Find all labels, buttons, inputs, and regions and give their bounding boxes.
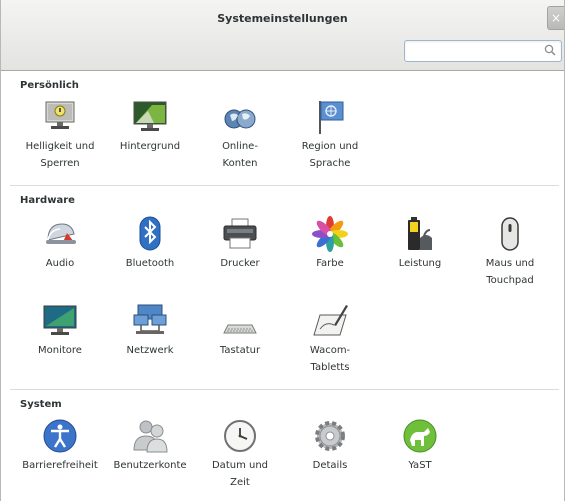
panel-region-language[interactable]: Region und Sprache (286, 99, 374, 172)
panel-label: Netzwerk (126, 345, 174, 356)
bluetooth-icon (139, 216, 161, 251)
panel-label: Monitore (38, 345, 82, 356)
panel-background[interactable]: Hintergrund (106, 99, 194, 155)
panel-label: Audio (45, 258, 75, 269)
panel-label: Datum und Zeit (211, 460, 269, 488)
audio-icon (46, 223, 76, 244)
header-bar: Systemeinstellungen × (1, 0, 564, 71)
panel-label: Details (312, 460, 348, 471)
online-accounts-icon (224, 109, 256, 129)
section-title-personal: Persönlich (20, 80, 79, 91)
panel-label: Hintergrund (119, 141, 181, 152)
panel-label: Bluetooth (125, 258, 175, 269)
panel-label: Barrierefreiheit (22, 460, 98, 471)
region-language-icon (319, 101, 344, 134)
panel-label: Drucker (220, 258, 260, 269)
close-button[interactable]: × (547, 6, 564, 30)
panel-label: Benutzerkonte (113, 460, 187, 471)
window-title: Systemeinstellungen (217, 12, 348, 25)
panel-power[interactable]: Leistung (376, 216, 464, 272)
section-divider (10, 389, 559, 390)
panel-audio[interactable]: Audio (16, 216, 104, 272)
section-divider (10, 185, 559, 186)
panel-yast[interactable]: YaST (376, 418, 464, 474)
wacom-tablet-icon (313, 305, 348, 336)
power-icon (408, 217, 432, 250)
brightness-lock-icon (45, 101, 75, 129)
section-title-hardware: Hardware (20, 195, 75, 206)
panel-label: Maus und Touchpad (485, 258, 535, 286)
clock-icon (224, 420, 256, 452)
search-field[interactable] (404, 40, 562, 64)
panel-label: Helligkeit und Sperren (25, 141, 95, 169)
panel-user-accounts[interactable]: Benutzerkonte (106, 418, 194, 474)
panel-brightness-lock[interactable]: Helligkeit und Sperren (16, 99, 104, 172)
keyboard-icon (223, 324, 257, 334)
panel-label: YaST (408, 460, 432, 471)
panel-monitors[interactable]: Monitore (16, 303, 104, 359)
network-icon (133, 304, 167, 334)
panel-mouse-touchpad[interactable]: Maus und Touchpad (466, 216, 554, 289)
panel-color[interactable]: Farbe (286, 216, 374, 272)
panel-date-time[interactable]: Datum und Zeit (196, 418, 284, 491)
panel-keyboard[interactable]: Tastatur (196, 303, 284, 359)
panel-details[interactable]: Details (286, 418, 374, 474)
panel-label: Farbe (316, 258, 344, 269)
panel-bluetooth[interactable]: Bluetooth (106, 216, 194, 272)
search-input[interactable] (409, 43, 543, 64)
section-title-system: System (20, 399, 62, 410)
accessibility-icon (43, 419, 77, 453)
panel-wacom-tablet[interactable]: Wacom- Tabletts (286, 303, 374, 376)
yast-icon (403, 419, 437, 453)
panel-label: Wacom- Tabletts (309, 345, 351, 373)
panel-label: Online- Konten (222, 141, 258, 169)
panel-label: Leistung (398, 258, 442, 269)
settings-window: Systemeinstellungen × Persönlich Helligk… (0, 0, 565, 501)
search-icon[interactable] (544, 44, 556, 56)
panel-accessibility[interactable]: Barrierefreiheit (16, 418, 104, 474)
printer-icon (223, 218, 257, 249)
panel-network[interactable]: Netzwerk (106, 303, 194, 359)
color-icon (312, 216, 348, 252)
panel-label: Tastatur (219, 345, 261, 356)
user-accounts-icon (133, 420, 168, 453)
panel-label: Region und Sprache (301, 141, 359, 169)
monitor-icon (43, 305, 77, 335)
panel-printer[interactable]: Drucker (196, 216, 284, 272)
panel-online-accounts[interactable]: Online- Konten (196, 99, 284, 172)
background-icon (133, 101, 167, 131)
details-gear-icon (315, 421, 345, 451)
mouse-icon (501, 217, 519, 251)
